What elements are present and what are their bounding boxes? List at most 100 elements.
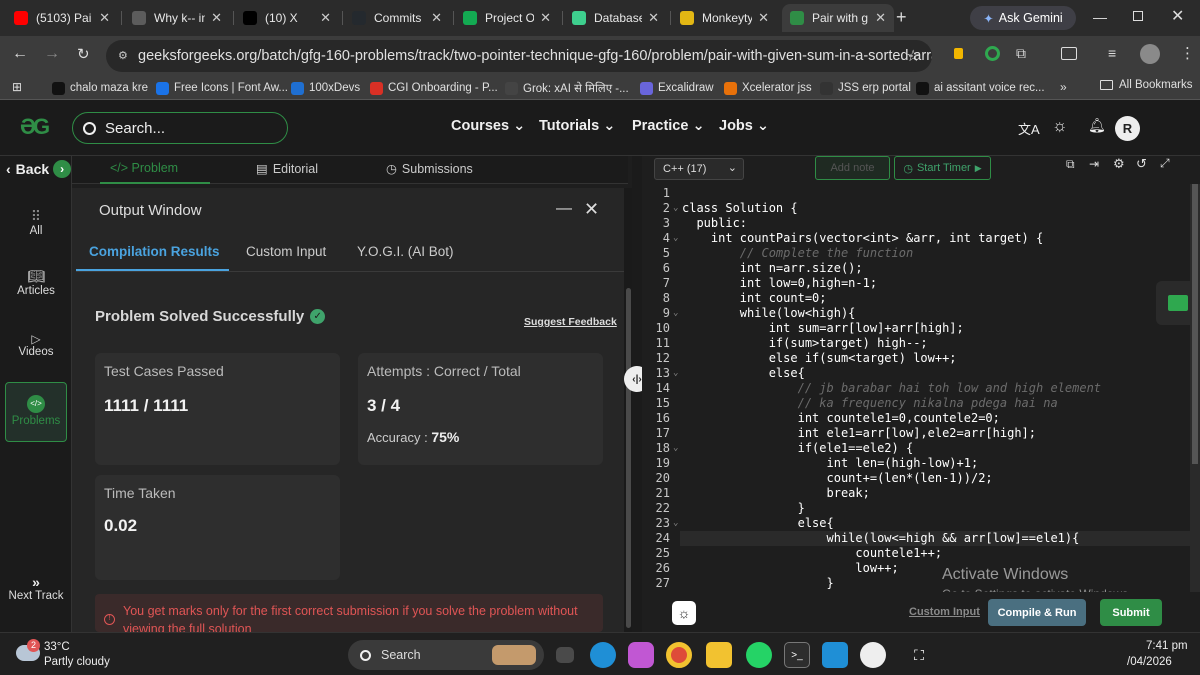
close-tab-icon[interactable]: ✕ xyxy=(758,10,769,26)
theme-toggle-button[interactable]: ☼ xyxy=(672,601,696,625)
fold-chevron-icon[interactable]: ⌄ xyxy=(673,443,678,453)
browser-tab[interactable]: (5103) Pai ✕ xyxy=(6,4,118,32)
file-explorer-icon[interactable] xyxy=(706,642,732,668)
language-select[interactable]: C++ (17) ⌄ xyxy=(654,158,744,180)
output-scrollbar[interactable] xyxy=(624,188,632,632)
tab-compilation-results[interactable]: Compilation Results xyxy=(89,244,220,259)
notification-bell-icon[interactable]: 🔔︎ xyxy=(1088,117,1106,134)
bookmark-item[interactable]: Excalidraw xyxy=(640,79,714,97)
tab-yogi-bot[interactable]: Y.O.G.I. (AI Bot) xyxy=(357,244,454,259)
nav-practice[interactable]: Practice ⌄ xyxy=(632,118,705,134)
sidebar-item-articles[interactable]: 📖︎ Articles xyxy=(0,268,72,297)
bookmark-item[interactable]: Xcelerator jss xyxy=(724,79,812,97)
close-tab-icon[interactable]: ✕ xyxy=(540,10,551,26)
close-output-icon[interactable]: ✕ xyxy=(584,199,599,220)
start-timer-button[interactable]: ◷ Start Timer ▶ xyxy=(894,156,991,180)
vscode-icon[interactable] xyxy=(822,642,848,668)
sidebar-item-problems[interactable]: </> Problems xyxy=(5,382,67,442)
tab-editorial[interactable]: ▤ Editorial xyxy=(256,161,318,176)
browser-tab[interactable]: Database ✕ xyxy=(564,4,667,32)
reload-icon[interactable]: ↻ xyxy=(77,45,90,63)
copy-icon[interactable]: ⧉ xyxy=(1066,157,1075,172)
extensions-puzzle-icon[interactable]: ⧉ xyxy=(1016,45,1026,62)
tab-search-icon[interactable]: ≡ xyxy=(1108,45,1116,61)
tab-submissions[interactable]: ◷ Submissions xyxy=(386,161,473,176)
close-tab-icon[interactable]: ✕ xyxy=(211,10,222,26)
theme-sun-icon[interactable]: ☼ xyxy=(1052,116,1068,136)
code-editor[interactable]: 1 2 ⌄ class Solution {3 public: 4 ⌄ int count… xyxy=(642,184,1200,601)
fullscreen-icon[interactable]: ⤢ xyxy=(1160,156,1170,171)
gfg-logo[interactable]: ƏG xyxy=(20,114,50,140)
ask-gemini-button[interactable]: ✦ Ask Gemini xyxy=(970,6,1076,30)
browser-menu-icon[interactable]: ⋮ xyxy=(1180,44,1195,62)
url-field[interactable]: ⚙ geeksforgeeks.org/batch/gfg-160-proble… xyxy=(106,40,932,72)
suggest-feedback-link[interactable]: Suggest Feedback xyxy=(524,316,617,328)
taskbar-search[interactable]: Search xyxy=(348,640,544,670)
bookmark-item[interactable]: 100xDevs xyxy=(291,79,360,97)
terminal-icon[interactable]: >_ xyxy=(784,642,810,668)
bookmark-item[interactable]: chalo maza kre xyxy=(52,79,148,97)
fold-chevron-icon[interactable]: ⌄ xyxy=(673,308,678,318)
clock-time[interactable]: 7:41 pm xyxy=(1146,640,1188,652)
more-bookmarks-icon[interactable]: » xyxy=(1060,80,1067,94)
browser-tab[interactable]: Commits ✕ xyxy=(344,4,450,32)
apps-grid-icon[interactable]: ⊞ xyxy=(12,80,22,94)
settings-gear-icon[interactable]: ⚙ xyxy=(1113,156,1125,172)
user-avatar[interactable]: R xyxy=(1115,116,1140,141)
add-note-button[interactable]: Add note xyxy=(815,156,890,180)
minimize-window-icon[interactable]: — xyxy=(1093,9,1107,25)
nav-tutorials[interactable]: Tutorials ⌄ xyxy=(539,118,615,134)
copilot-icon[interactable] xyxy=(628,642,654,668)
close-window-icon[interactable]: ✕ xyxy=(1171,6,1184,26)
bookmark-item[interactable]: ai assitant voice rec... xyxy=(916,79,1045,97)
bookmark-item[interactable]: JSS erp portal xyxy=(820,79,911,97)
extension-lock-icon[interactable] xyxy=(954,48,963,59)
close-tab-icon[interactable]: ✕ xyxy=(99,10,110,26)
task-view-icon[interactable] xyxy=(556,647,574,663)
browser-tab[interactable]: Project O ✕ xyxy=(455,4,559,32)
tab-problem[interactable]: </> Problem xyxy=(110,161,178,175)
windows-start-icon[interactable] xyxy=(314,644,336,666)
fold-chevron-icon[interactable]: ⌄ xyxy=(673,518,678,528)
sidebar-item-videos[interactable]: ▷ Videos xyxy=(0,332,72,358)
compile-run-button[interactable]: Compile & Run xyxy=(988,599,1086,626)
browser-tab[interactable]: Pair with g ✕ xyxy=(782,4,894,32)
pane-divider[interactable]: ‹|› xyxy=(624,156,650,632)
all-bookmarks-folder[interactable]: All Bookmarks xyxy=(1100,79,1193,91)
expand-arrow-icon[interactable]: › xyxy=(53,160,72,178)
sidepanel-icon[interactable] xyxy=(1061,47,1077,60)
fold-chevron-icon[interactable]: ⌄ xyxy=(673,368,678,378)
browser-tab[interactable]: Monkeyty ✕ xyxy=(672,4,777,32)
fold-chevron-icon[interactable]: ⌄ xyxy=(673,233,678,243)
bookmark-item[interactable]: Free Icons | Font Aw... xyxy=(156,79,288,97)
restore-window-icon[interactable] xyxy=(1133,11,1143,21)
star-bookmark-icon[interactable]: ☆ xyxy=(906,46,920,66)
site-info-icon[interactable]: ⚙ xyxy=(118,40,128,72)
export-icon[interactable]: ⇥ xyxy=(1089,157,1099,171)
edge-icon[interactable] xyxy=(590,642,616,668)
chrome-icon[interactable] xyxy=(666,642,692,668)
nav-courses[interactable]: Courses ⌄ xyxy=(451,118,525,134)
whatsapp-icon[interactable] xyxy=(746,642,772,668)
clock-date[interactable]: /04/2026 xyxy=(1127,656,1172,668)
extension-circle-icon[interactable] xyxy=(985,46,1000,61)
tab-custom-input[interactable]: Custom Input xyxy=(246,244,326,259)
snipping-tool-icon[interactable]: ⛶ xyxy=(906,642,932,668)
bookmark-item[interactable]: CGI Onboarding - P... xyxy=(370,79,498,97)
translate-icon[interactable]: 文A xyxy=(1018,119,1040,138)
close-tab-icon[interactable]: ✕ xyxy=(875,10,886,26)
close-tab-icon[interactable]: ✕ xyxy=(431,10,442,26)
new-tab-button[interactable]: + xyxy=(896,7,907,28)
minimize-output-icon[interactable]: — xyxy=(556,200,572,218)
sidebar-item-all[interactable]: ⠿ All xyxy=(0,208,72,237)
close-tab-icon[interactable]: ✕ xyxy=(648,10,659,26)
close-tab-icon[interactable]: ✕ xyxy=(320,10,331,26)
bookmark-item[interactable]: Grok: xAI से मिलिए -... xyxy=(505,79,629,97)
browser-tab[interactable]: Why k-- in ✕ xyxy=(124,4,230,32)
profile-avatar[interactable] xyxy=(1140,44,1160,64)
nav-jobs[interactable]: Jobs ⌄ xyxy=(719,118,769,134)
browser-tab[interactable]: (10) X ✕ xyxy=(235,4,339,32)
forward-arrow-icon[interactable]: → xyxy=(44,45,60,63)
sidebar-item-next-track[interactable]: » Next Track xyxy=(0,574,72,602)
tor-icon[interactable] xyxy=(860,642,886,668)
